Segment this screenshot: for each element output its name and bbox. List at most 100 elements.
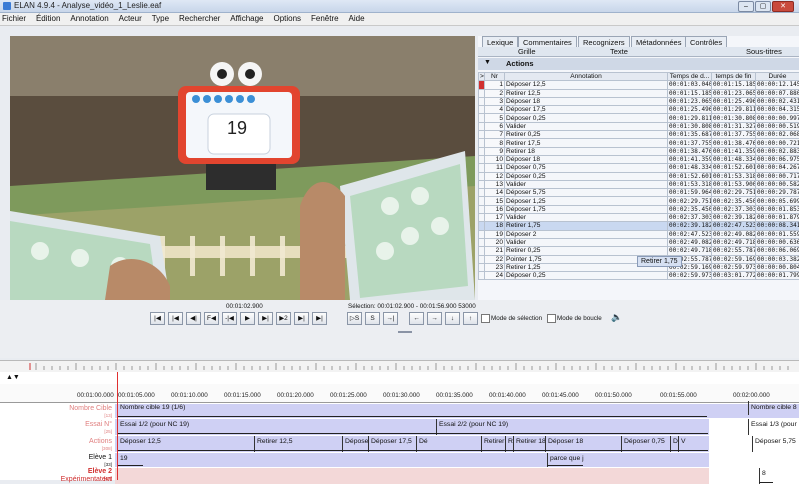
row-number: 22 — [485, 255, 505, 263]
window-title: ELAN 4.9.4 - Analyse_vidéo_1_Leslie.eaf — [14, 1, 161, 10]
tier-name: Actions — [506, 59, 534, 68]
table-row[interactable]: 18Retirer 1,7500:02:39.18200:02:47.52300… — [479, 222, 799, 230]
menu-type[interactable]: Type — [152, 13, 169, 25]
play-selection-button[interactable]: ▷S — [347, 312, 362, 325]
tier-label-experimentateur[interactable]: Expérimentateur — [0, 476, 112, 484]
play-button[interactable]: ▶ — [240, 312, 255, 325]
table-row[interactable]: 17Valider00:02:37.30300:02:39.18200:00:0… — [479, 214, 799, 222]
table-row[interactable]: 3Déposer 1800:01:23.06500:01:25.49600:00… — [479, 97, 799, 105]
table-row[interactable]: 7Retirer 0,2500:01:35.68700:01:37.75500:… — [479, 131, 799, 139]
col-start[interactable]: Temps de d... — [668, 73, 712, 81]
menu-edition[interactable]: Édition — [36, 13, 60, 25]
next-scrollview-button[interactable]: ▶| — [294, 312, 309, 325]
menu-affichage[interactable]: Affichage — [230, 13, 263, 25]
tab-grille[interactable]: Grille — [518, 47, 536, 56]
table-row[interactable]: 19Déposer 200:02:47.52300:02:49.08200:00… — [479, 230, 799, 238]
menu-aide[interactable]: Aide — [349, 13, 365, 25]
end-time: 00:02:35.450 — [712, 197, 756, 205]
loop-mode-checkbox[interactable] — [547, 314, 556, 323]
table-row[interactable]: 14Déposer 5,7500:01:59.96400:02:29.75100… — [479, 189, 799, 197]
table-row[interactable]: 11Déposer 0,7500:01:48.33400:01:52.60100… — [479, 164, 799, 172]
col-nr[interactable]: Nr — [485, 73, 505, 81]
selection-mode-label: Mode de sélection — [491, 315, 542, 322]
selection-boundary-button[interactable]: →| — [383, 312, 398, 325]
tab-sous-titres[interactable]: Sous-titres — [746, 47, 782, 56]
nav-left-button[interactable]: ← — [409, 312, 424, 325]
nav-up-button[interactable]: ↑ — [463, 312, 478, 325]
tier-row-nombre-cible[interactable]: Nombre cible 19 (1/6) Nombre cible 8 — [115, 404, 799, 418]
nav-down-button[interactable]: ↓ — [445, 312, 460, 325]
annotation-grid[interactable]: > Nr Annotation Temps de d... temps de f… — [478, 72, 799, 280]
tier-row-essai[interactable]: Essai 1/2 (pour NC 19) Essai 2/2 (pour N… — [115, 419, 799, 435]
segment-line — [547, 465, 583, 466]
menu-annotation[interactable]: Annotation — [70, 13, 108, 25]
table-row[interactable]: 4Déposer 17,500:01:25.49600:01:29.81100:… — [479, 106, 799, 114]
duration: 00:00:02.431 — [756, 97, 799, 105]
annotation-segment[interactable]: Nombre cible 8 — [748, 401, 799, 415]
next-frame-button[interactable]: ▶| — [258, 312, 273, 325]
splitter-handle[interactable] — [398, 331, 412, 333]
next-second-button[interactable]: ▶2 — [276, 312, 291, 325]
tab-texte[interactable]: Texte — [610, 47, 628, 56]
timeline-menu-icon[interactable]: ▲▼ — [6, 374, 20, 381]
duration: 00:00:12.145 — [756, 81, 799, 89]
menu-rechercher[interactable]: Rechercher — [179, 13, 220, 25]
tier-label-nombre-cible[interactable]: Nombre Cible [13] — [0, 405, 112, 418]
row-number: 24 — [485, 272, 505, 280]
nav-right-button[interactable]: → — [427, 312, 442, 325]
annotation-value: Retirer 0,25 — [505, 131, 668, 139]
previous-scrollview-button[interactable]: |◀ — [168, 312, 183, 325]
menu-fenetre[interactable]: Fenêtre — [311, 13, 339, 25]
col-annotation[interactable]: Annotation — [505, 73, 668, 81]
menu-fichier[interactable]: Fichier — [2, 13, 26, 25]
col-duration[interactable]: Durée — [756, 73, 799, 81]
video-viewer[interactable]: 19 — [10, 36, 475, 300]
table-row[interactable]: 8Retirer 17,500:01:37.75500:01:38.47600:… — [479, 139, 799, 147]
menu-acteur[interactable]: Acteur — [119, 13, 142, 25]
menu-options[interactable]: Options — [273, 13, 301, 25]
table-row[interactable]: 12Déposer 0,2500:01:52.60100:01:53.31800… — [479, 172, 799, 180]
go-to-begin-button[interactable]: |◀ — [150, 312, 165, 325]
annotation-segment[interactable]: Essai 1/3 (pour — [748, 419, 799, 435]
previous-frame-button[interactable]: ◀| — [186, 312, 201, 325]
table-row[interactable]: 2Retirer 12,500:01:15.18500:01:23.06500:… — [479, 89, 799, 97]
tier-row-eleve1[interactable]: 19 parce que j — [115, 453, 799, 467]
col-end[interactable]: temps de fin — [712, 73, 756, 81]
minimize-button[interactable]: – — [738, 1, 754, 12]
ruler-tick: 00:01:30.000 — [383, 392, 420, 399]
table-row[interactable]: 5Déposer 0,2500:01:29.81100:01:30.80800:… — [479, 114, 799, 122]
close-button[interactable]: ✕ — [772, 1, 794, 12]
table-row[interactable]: 24Déposer 0,2500:02:59.97300:03:01.77200… — [479, 272, 799, 280]
step-back-button[interactable]: -|◀ — [222, 312, 237, 325]
table-row[interactable]: 20Valider00:02:49.08200:02:49.71800:00:0… — [479, 238, 799, 246]
go-to-end-button[interactable]: ▶| — [312, 312, 327, 325]
clear-selection-button[interactable]: S — [365, 312, 380, 325]
table-row[interactable]: 21Retirer 0,2500:02:49.71800:02:55.78700… — [479, 247, 799, 255]
table-row[interactable]: 9Retirer 1800:01:38.47600:01:41.35900:00… — [479, 147, 799, 155]
timeline-viewer[interactable]: ▲▼ 00:01:00.000 00:01:05.000 00:01:10.00… — [0, 372, 799, 480]
ruler-tick: 00:01:50.000 — [595, 392, 632, 399]
table-row[interactable]: 15Déposer 1,2500:02:29.75100:02:35.45000… — [479, 197, 799, 205]
tier-label-actions[interactable]: Actions [308] — [0, 438, 112, 451]
crosshair-cursor[interactable] — [117, 372, 118, 480]
table-row[interactable]: 10Déposer 1800:01:41.35900:01:48.33400:0… — [479, 155, 799, 163]
tier-label-eleve1[interactable]: Elève 1 [33] — [0, 454, 112, 467]
speaker-icon[interactable]: 🔈 — [611, 312, 622, 323]
maximize-button[interactable]: ▢ — [755, 1, 771, 12]
tier-selector[interactable]: ▼ Actions — [478, 58, 799, 70]
dropdown-arrow-icon[interactable]: ▼ — [484, 59, 491, 66]
annotation-segment[interactable]: Déposer 5,75 — [752, 436, 799, 452]
tier-label-essai[interactable]: Essai N° [25] — [0, 421, 112, 434]
duration: 00:00:29.787 — [756, 189, 799, 197]
table-row[interactable]: 13Valider00:01:53.31800:01:53.90000:00:0… — [479, 180, 799, 188]
previous-second-button[interactable]: F◀ — [204, 312, 219, 325]
selection-mode-checkbox[interactable] — [481, 314, 490, 323]
tier-row-eleve2[interactable]: 8 — [115, 468, 799, 484]
tier-row-actions[interactable]: Déposer 12,5 Retirer 12,5 Dépose Déposer… — [115, 436, 799, 452]
table-row[interactable]: 16Déposer 1,7500:02:35.45000:02:37.30300… — [479, 205, 799, 213]
duration: 00:00:00.717 — [756, 172, 799, 180]
table-row[interactable]: 6Valider00:01:30.80800:01:31.32700:00:00… — [479, 122, 799, 130]
annotation-value: Valider — [505, 214, 668, 222]
table-row[interactable]: 1Déposer 12,500:01:03.04000:01:15.18500:… — [479, 81, 799, 89]
row-number: 10 — [485, 155, 505, 163]
